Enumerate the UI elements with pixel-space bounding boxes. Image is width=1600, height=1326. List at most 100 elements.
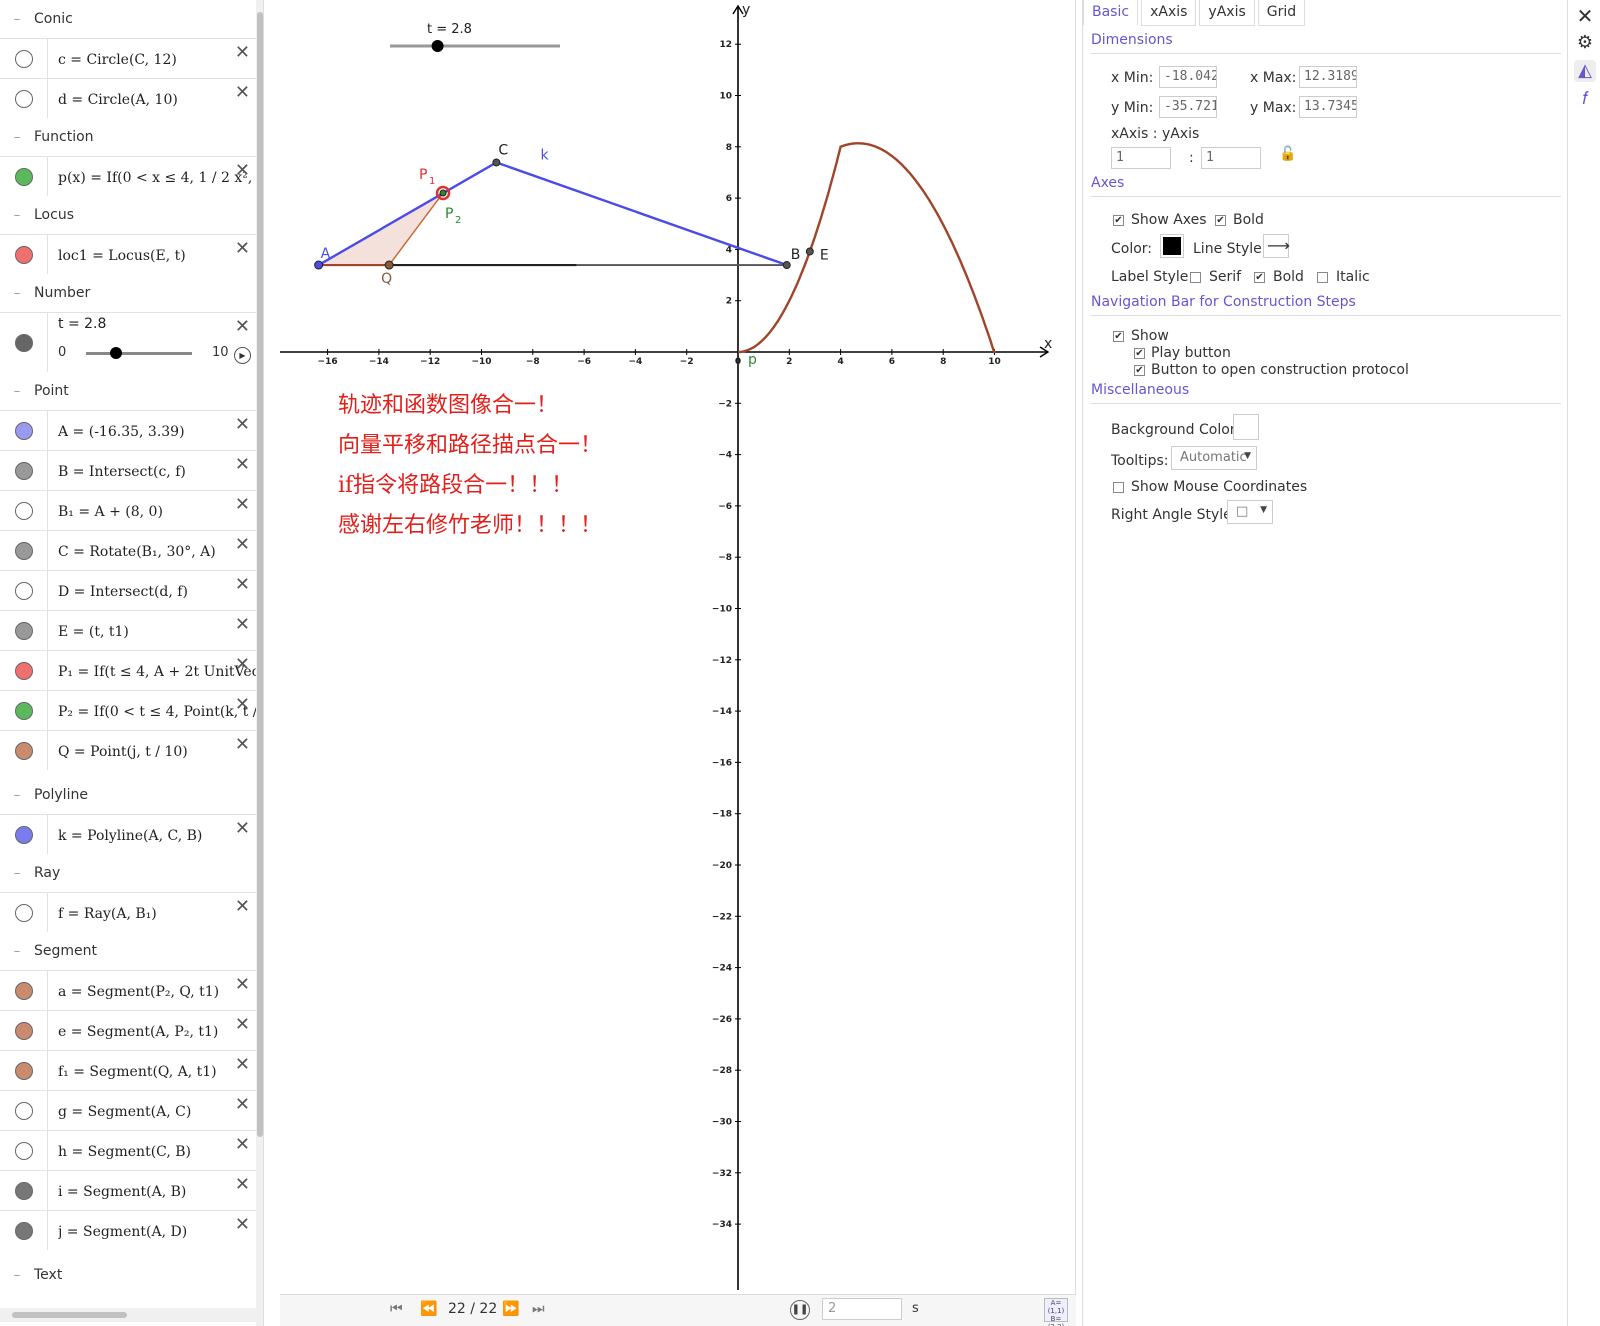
definition[interactable]: g = Segment(A, C) (58, 1091, 262, 1131)
tab-basic[interactable]: Basic (1083, 0, 1139, 26)
visibility-toggle[interactable] (0, 451, 48, 490)
visibility-toggle[interactable] (0, 691, 48, 730)
collapse-icon[interactable]: – (0, 130, 34, 145)
algebra-row[interactable]: a = Segment(P₂, Q, t1) ✕ (0, 970, 256, 1010)
definition[interactable]: a = Segment(P₂, Q, t1) (58, 971, 262, 1011)
algebra-row[interactable]: B₁ = A + (8, 0) ✕ (0, 490, 256, 530)
algebra-scrollbar[interactable] (256, 0, 263, 1326)
definition[interactable]: P₁ = If(t ≤ 4, A + 2t UnitVector (58, 651, 262, 691)
delete-icon[interactable]: ✕ (235, 238, 250, 259)
visibility-dot[interactable] (15, 1182, 33, 1200)
definition[interactable]: f = Ray(A, B₁) (58, 893, 262, 933)
visibility-toggle[interactable] (0, 235, 48, 274)
ymax-input[interactable]: 13.73457 (1299, 96, 1357, 118)
collapse-icon[interactable]: – (0, 12, 34, 27)
ratio-x-input[interactable]: 1 (1111, 147, 1171, 169)
visibility-dot[interactable] (15, 90, 33, 108)
right-angle-dropdown[interactable]: □ ▼ (1227, 500, 1273, 524)
graphics-view[interactable]: x y −16 −14 −12 −10 −8 −6 −4 −2 0 2 4 6 8 10 12 10 8 6 4 2 −2−… (280, 0, 1076, 1296)
delete-icon[interactable]: ✕ (235, 494, 250, 515)
collapse-icon[interactable]: – (0, 286, 34, 301)
protocol-button-checkbox[interactable]: ✔ (1134, 365, 1145, 376)
definition[interactable]: loc1 = Locus(E, t) (58, 235, 262, 275)
visibility-toggle[interactable] (0, 1131, 48, 1170)
delete-icon[interactable]: ✕ (235, 574, 250, 595)
visibility-dot[interactable] (15, 702, 33, 720)
group-polyline[interactable]: – Polyline (0, 776, 256, 814)
visibility-dot[interactable] (15, 826, 33, 844)
delete-icon[interactable]: ✕ (235, 1094, 250, 1115)
algebra-row[interactable]: P₁ = If(t ≤ 4, A + 2t UnitVector ✕ (0, 650, 262, 690)
point-A[interactable] (314, 260, 324, 270)
prev-step-icon[interactable]: ⏪ (420, 1301, 437, 1317)
collapse-icon[interactable]: – (0, 788, 34, 803)
delete-icon[interactable]: ✕ (235, 42, 250, 63)
point-B[interactable] (782, 261, 791, 270)
definition[interactable]: B = Intersect(c, f) (58, 451, 262, 491)
tab-xaxis[interactable]: xAxis (1141, 0, 1197, 26)
delete-icon[interactable]: ✕ (235, 1014, 250, 1035)
algebra-row[interactable]: g = Segment(A, C) ✕ (0, 1090, 256, 1130)
algebra-row[interactable]: f₁ = Segment(Q, A, t1) ✕ (0, 1050, 256, 1090)
algebra-hscrollbar[interactable] (0, 1308, 256, 1322)
algebra-row[interactable]: e = Segment(A, P₂, t1) ✕ (0, 1010, 256, 1050)
visibility-dot[interactable] (15, 1222, 33, 1240)
tooltips-dropdown[interactable]: Automatic ▼ (1171, 446, 1257, 470)
delete-icon[interactable]: ✕ (235, 454, 250, 475)
point-C[interactable] (492, 158, 501, 167)
slider-knob[interactable] (109, 347, 122, 359)
collapse-icon[interactable]: – (0, 208, 34, 223)
collapse-icon[interactable]: – (0, 866, 34, 881)
visibility-toggle[interactable] (0, 971, 48, 1010)
delete-icon[interactable]: ✕ (235, 818, 250, 839)
definition[interactable]: C = Rotate(B₁, 30°, A) (58, 531, 262, 571)
group-text[interactable]: – Text (0, 1256, 256, 1294)
nav-show-checkbox[interactable]: ✔ (1113, 331, 1124, 342)
algebra-row[interactable]: Q = Point(j, t / 10) ✕ (0, 730, 256, 770)
show-axes-checkbox[interactable]: ✔ (1113, 215, 1124, 226)
delete-icon[interactable]: ✕ (235, 896, 250, 917)
collapse-icon[interactable]: – (0, 1268, 34, 1283)
definition[interactable]: D = Intersect(d, f) (58, 571, 262, 611)
algebra-row[interactable]: j = Segment(A, D) ✕ (0, 1210, 256, 1250)
xmin-input[interactable]: -18.0428 (1159, 66, 1217, 88)
definition[interactable]: c = Circle(C, 12) (58, 39, 262, 79)
delete-icon[interactable]: ✕ (235, 160, 250, 181)
serif-checkbox[interactable] (1190, 272, 1201, 283)
visibility-dot[interactable] (15, 1102, 33, 1120)
slider-track[interactable] (86, 352, 192, 355)
mouse-coords-checkbox[interactable] (1113, 482, 1124, 493)
xmax-input[interactable]: 12.31891 (1299, 66, 1357, 88)
visibility-dot[interactable] (15, 1142, 33, 1160)
visibility-toggle[interactable] (0, 531, 48, 570)
definition[interactable]: f₁ = Segment(Q, A, t1) (58, 1051, 262, 1091)
first-step-icon[interactable]: ⏮ (390, 1301, 403, 1317)
next-step-icon[interactable]: ⏩ (502, 1301, 519, 1317)
collapse-icon[interactable]: – (0, 944, 34, 959)
definition[interactable]: i = Segment(A, B) (58, 1171, 262, 1211)
background-color-swatch[interactable] (1233, 414, 1259, 440)
group-number[interactable]: – Number (0, 274, 256, 312)
graphics-settings-icon[interactable]: ◭ (1574, 60, 1596, 82)
delete-icon[interactable]: ✕ (235, 1054, 250, 1075)
ratio-y-input[interactable]: 1 (1201, 147, 1261, 169)
visibility-toggle[interactable] (0, 411, 48, 450)
visibility-toggle[interactable] (0, 651, 48, 690)
visibility-toggle[interactable] (0, 1051, 48, 1090)
visibility-dot[interactable] (15, 462, 33, 480)
delete-icon[interactable]: ✕ (235, 316, 250, 337)
point-E[interactable] (805, 247, 814, 256)
group-ray[interactable]: – Ray (0, 854, 256, 892)
italic-checkbox[interactable] (1317, 272, 1328, 283)
visibility-dot[interactable] (15, 334, 33, 352)
point-Q[interactable] (384, 260, 394, 270)
delete-icon[interactable]: ✕ (235, 974, 250, 995)
delete-icon[interactable]: ✕ (235, 734, 250, 755)
visibility-dot[interactable] (15, 1022, 33, 1040)
definition[interactable]: h = Segment(C, B) (58, 1131, 262, 1171)
visibility-dot[interactable] (15, 662, 33, 680)
visibility-dot[interactable] (15, 582, 33, 600)
close-icon[interactable]: ✕ (1574, 4, 1596, 28)
visibility-toggle[interactable] (0, 571, 48, 610)
visibility-toggle[interactable] (0, 1091, 48, 1130)
